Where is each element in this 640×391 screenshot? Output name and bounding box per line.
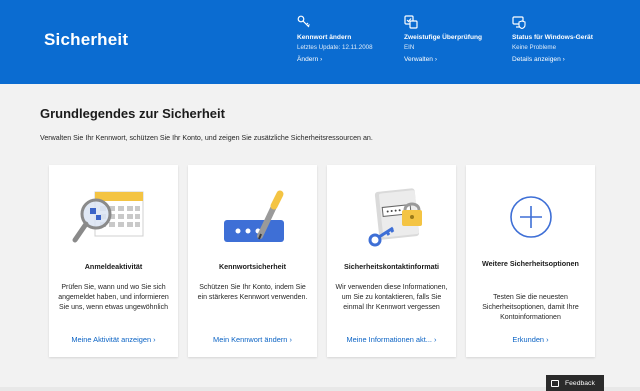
card-title: Kennwortsicherheit — [218, 262, 287, 271]
card-title: Anmeldeaktivität — [84, 262, 143, 271]
device-shield-icon — [512, 16, 526, 29]
feedback-button[interactable]: Feedback — [546, 375, 604, 391]
card-sign-in-activity: Anmeldeaktivität Prüfen Sie, wann und wo… — [49, 165, 178, 357]
plus-circle-icon — [509, 196, 552, 238]
card-title: Weitere Sicherheitsoptionen — [482, 259, 579, 268]
password-pen-icon — [223, 190, 284, 242]
verification-icon — [404, 15, 418, 29]
header-item-title: Status für Windows-Gerät — [512, 34, 593, 41]
header-banner: Sicherheit Kennwort ändern Letztes Updat… — [0, 0, 640, 84]
chevron-right-icon: › — [289, 335, 292, 344]
chevron-right-icon: › — [320, 56, 323, 63]
card-more-security-options: Weitere Sicherheitsoptionen Testen Sie d… — [466, 165, 595, 357]
chevron-right-icon: › — [562, 56, 565, 63]
card-description: Schützen Sie Ihr Konto, indem Sie ein st… — [197, 284, 308, 301]
update-info-link[interactable]: Meine Informationen akt... › — [333, 335, 450, 344]
explore-link[interactable]: Erkunden › — [472, 335, 589, 344]
feedback-icon — [551, 379, 559, 387]
header-item-title: Kennwort ändern — [297, 34, 352, 41]
section-description: Verwalten Sie Ihr Kennwort, schützen Sie… — [40, 134, 373, 142]
feedback-label: Feedback — [565, 379, 595, 387]
contact-lock-icon — [368, 188, 422, 247]
card-title: Sicherheitskontaktinformati — [343, 262, 440, 271]
calendar-magnifier-icon — [72, 191, 143, 243]
card-description: Prüfen Sie, wann und wo Sie sich angemel… — [58, 284, 169, 311]
manage-two-step-link[interactable]: Verwalten › — [404, 56, 437, 63]
card-description: Testen Sie die neuesten Sicherheitsoptio… — [482, 294, 579, 321]
page-title: Sicherheit — [44, 30, 129, 49]
header-item-title: Zweistufige Überprüfung — [404, 34, 483, 41]
header-item-two-step: Zweistufige Überprüfung EIN Verwalten › — [404, 15, 482, 63]
chevron-right-icon: › — [434, 56, 438, 63]
chevron-right-icon: › — [546, 335, 549, 344]
chevron-right-icon: › — [153, 335, 156, 344]
header-item-subtitle: EIN — [404, 44, 415, 51]
view-activity-link[interactable]: Meine Aktivität anzeigen › — [55, 335, 172, 344]
change-password-card-link[interactable]: Mein Kennwort ändern › — [194, 335, 311, 344]
header-item-subtitle: Keine Probleme — [512, 44, 557, 51]
card-security-contact: Sicherheitskontaktinformati Wir verwende… — [327, 165, 456, 357]
card-description: Wir verwenden diese Informationen, um Si… — [335, 284, 448, 311]
chevron-right-icon: › — [434, 335, 437, 344]
section-title: Grundlegendes zur Sicherheit — [40, 106, 225, 121]
card-password-security: Kennwortsicherheit Schützen Sie Ihr Kont… — [188, 165, 317, 357]
key-icon — [297, 15, 310, 28]
header-item-password: Kennwort ändern Letztes Update: 12.11.20… — [297, 15, 373, 63]
device-details-link[interactable]: Details anzeigen › — [512, 56, 565, 63]
page-bottom-edge — [0, 387, 640, 391]
header-item-device-status: Status für Windows-Gerät Keine Probleme … — [512, 15, 593, 63]
header-item-subtitle: Letztes Update: 12.11.2008 — [297, 44, 373, 51]
change-password-link[interactable]: Ändern › — [297, 56, 322, 63]
